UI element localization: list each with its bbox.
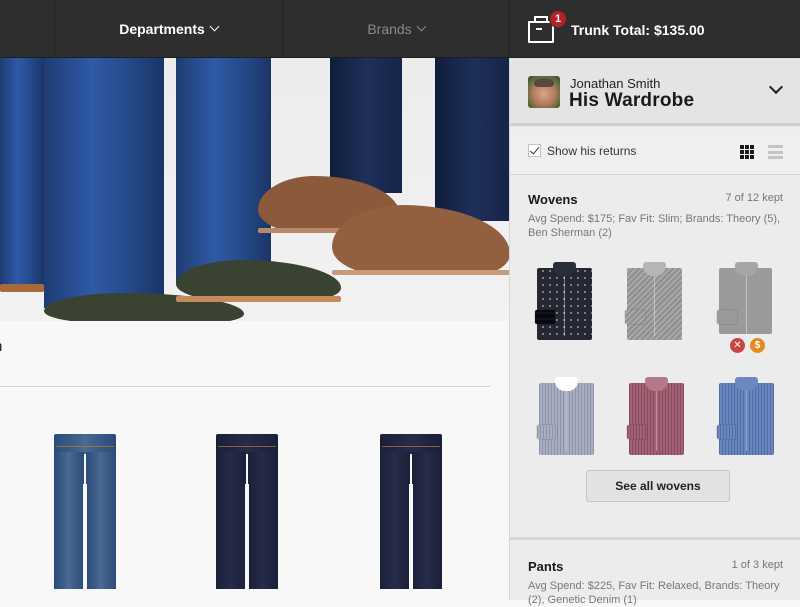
wardrobe-item[interactable] xyxy=(627,377,684,455)
category-kept-count: 7 of 12 kept xyxy=(725,192,784,204)
hero-shoe-sole xyxy=(176,296,341,302)
see-all-wovens-button[interactable]: See all wovens xyxy=(586,470,730,502)
hero-leg xyxy=(44,58,164,308)
show-returns-checkbox[interactable] xyxy=(528,144,541,157)
product-card[interactable] xyxy=(54,434,116,589)
category-title: Wovens xyxy=(528,192,578,207)
product-image xyxy=(216,434,278,589)
chevron-down-icon xyxy=(416,21,427,32)
top-nav-bar: Departments Brands 1 Trunk Total: $135.0… xyxy=(0,0,800,58)
product-section: n xyxy=(0,321,510,600)
show-returns-label[interactable]: Show his returns xyxy=(547,144,636,158)
chevron-down-icon xyxy=(209,21,220,32)
category-summary: Avg Spend: $225, Fav Fit: Relaxed, Brand… xyxy=(528,580,780,606)
trunk-icon: 1 xyxy=(528,10,567,43)
hero-leg xyxy=(176,58,271,283)
profile-title: His Wardrobe xyxy=(569,90,695,111)
brands-label: Brands xyxy=(367,21,412,37)
chevron-down-icon[interactable] xyxy=(768,79,784,95)
wardrobe-item-returned[interactable] xyxy=(717,262,772,336)
trunk-button[interactable]: 1 Trunk Total: $135.00 xyxy=(510,0,800,58)
departments-label: Departments xyxy=(119,21,205,37)
category-kept-count: 1 of 3 kept xyxy=(731,559,783,571)
section-divider xyxy=(0,386,490,387)
hero-leg xyxy=(330,58,402,193)
wardrobe-item[interactable] xyxy=(625,262,682,340)
hero-image xyxy=(0,58,510,321)
profile-header[interactable]: Jonathan Smith His Wardrobe xyxy=(510,58,800,126)
hero-leg xyxy=(0,58,44,290)
product-card[interactable] xyxy=(216,434,278,589)
wardrobe-item[interactable] xyxy=(535,262,592,340)
return-icon[interactable]: ✕ xyxy=(730,338,745,353)
product-image xyxy=(380,434,442,589)
hero-shoe-sole xyxy=(0,284,44,292)
avatar xyxy=(528,76,560,108)
wardrobe-item[interactable] xyxy=(537,377,594,455)
hero-shoe-sole xyxy=(332,270,510,275)
hero-shoe-green xyxy=(176,260,341,300)
dollar-icon[interactable]: $ xyxy=(750,338,765,353)
category-summary: Avg Spend: $175; Fav Fit: Slim; Brands: … xyxy=(528,213,781,239)
wardrobe-options: Show his returns xyxy=(510,129,800,175)
hero-leg xyxy=(435,58,510,221)
list-view-icon[interactable] xyxy=(768,145,783,159)
category-wovens: Wovens 7 of 12 kept Avg Spend: $175; Fav… xyxy=(510,176,800,540)
grid-view-icon[interactable] xyxy=(740,145,754,159)
wardrobe-item[interactable] xyxy=(717,377,774,455)
category-title: Pants xyxy=(528,559,564,574)
category-pants: Pants 1 of 3 kept Avg Spend: $225, Fav F… xyxy=(510,543,800,606)
trunk-count-badge: 1 xyxy=(549,10,567,28)
wardrobe-sidebar: Jonathan Smith His Wardrobe Show his ret… xyxy=(509,58,800,606)
product-image xyxy=(54,434,116,589)
departments-menu[interactable]: Departments xyxy=(55,0,282,58)
brands-menu[interactable]: Brands xyxy=(283,0,509,58)
trunk-total: Trunk Total: $135.00 xyxy=(571,21,705,38)
product-card[interactable] xyxy=(380,434,442,589)
profile-name: Jonathan Smith xyxy=(570,76,661,91)
section-title: n xyxy=(0,338,2,355)
